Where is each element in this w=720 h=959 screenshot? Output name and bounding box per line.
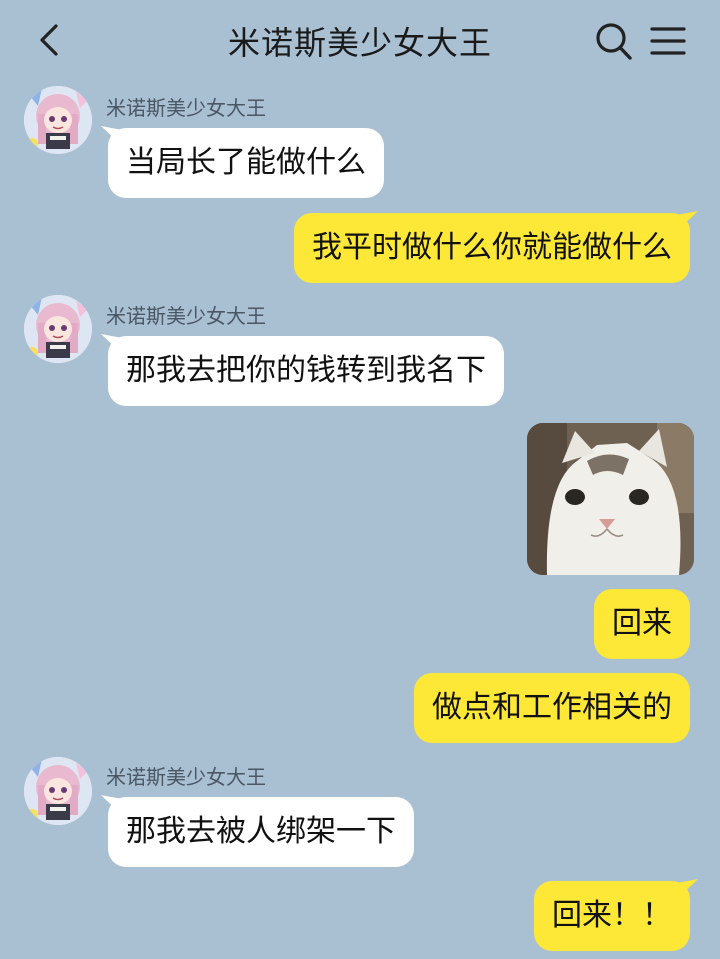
search-icon <box>596 23 632 60</box>
sender-name: 米诺斯美少女大王 <box>106 765 266 789</box>
sender-name: 米诺斯美少女大王 <box>106 304 266 328</box>
cat-face-sticker[interactable] <box>527 423 694 575</box>
anime-girl-avatar-icon <box>24 86 92 154</box>
cat-face-icon <box>527 423 694 575</box>
chat-header: 米诺斯美少女大王 <box>0 0 720 84</box>
menu-button[interactable] <box>648 22 688 60</box>
chat-title: 米诺斯美少女大王 <box>227 24 492 62</box>
message-bubble-incoming[interactable]: 那我去把你的钱转到我名下 <box>108 336 504 406</box>
message-bubble-outgoing[interactable]: 回来！！ <box>534 881 690 951</box>
chevron-left-icon <box>40 24 58 56</box>
message-bubble-outgoing[interactable]: 回来 <box>594 589 690 659</box>
message-bubble-outgoing[interactable]: 我平时做什么你就能做什么 <box>294 213 690 283</box>
sender-name: 米诺斯美少女大王 <box>106 96 266 120</box>
sender-avatar[interactable] <box>24 86 92 154</box>
search-button[interactable] <box>594 20 634 62</box>
anime-girl-avatar-icon <box>24 757 92 825</box>
back-button[interactable] <box>30 16 74 64</box>
message-bubble-outgoing[interactable]: 做点和工作相关的 <box>414 673 690 743</box>
sender-avatar[interactable] <box>24 295 92 363</box>
hamburger-menu-icon <box>650 27 686 55</box>
sender-avatar[interactable] <box>24 757 92 825</box>
message-bubble-incoming[interactable]: 当局长了能做什么 <box>108 128 384 198</box>
anime-girl-avatar-icon <box>24 295 92 363</box>
message-bubble-incoming[interactable]: 那我去被人绑架一下 <box>108 797 414 867</box>
